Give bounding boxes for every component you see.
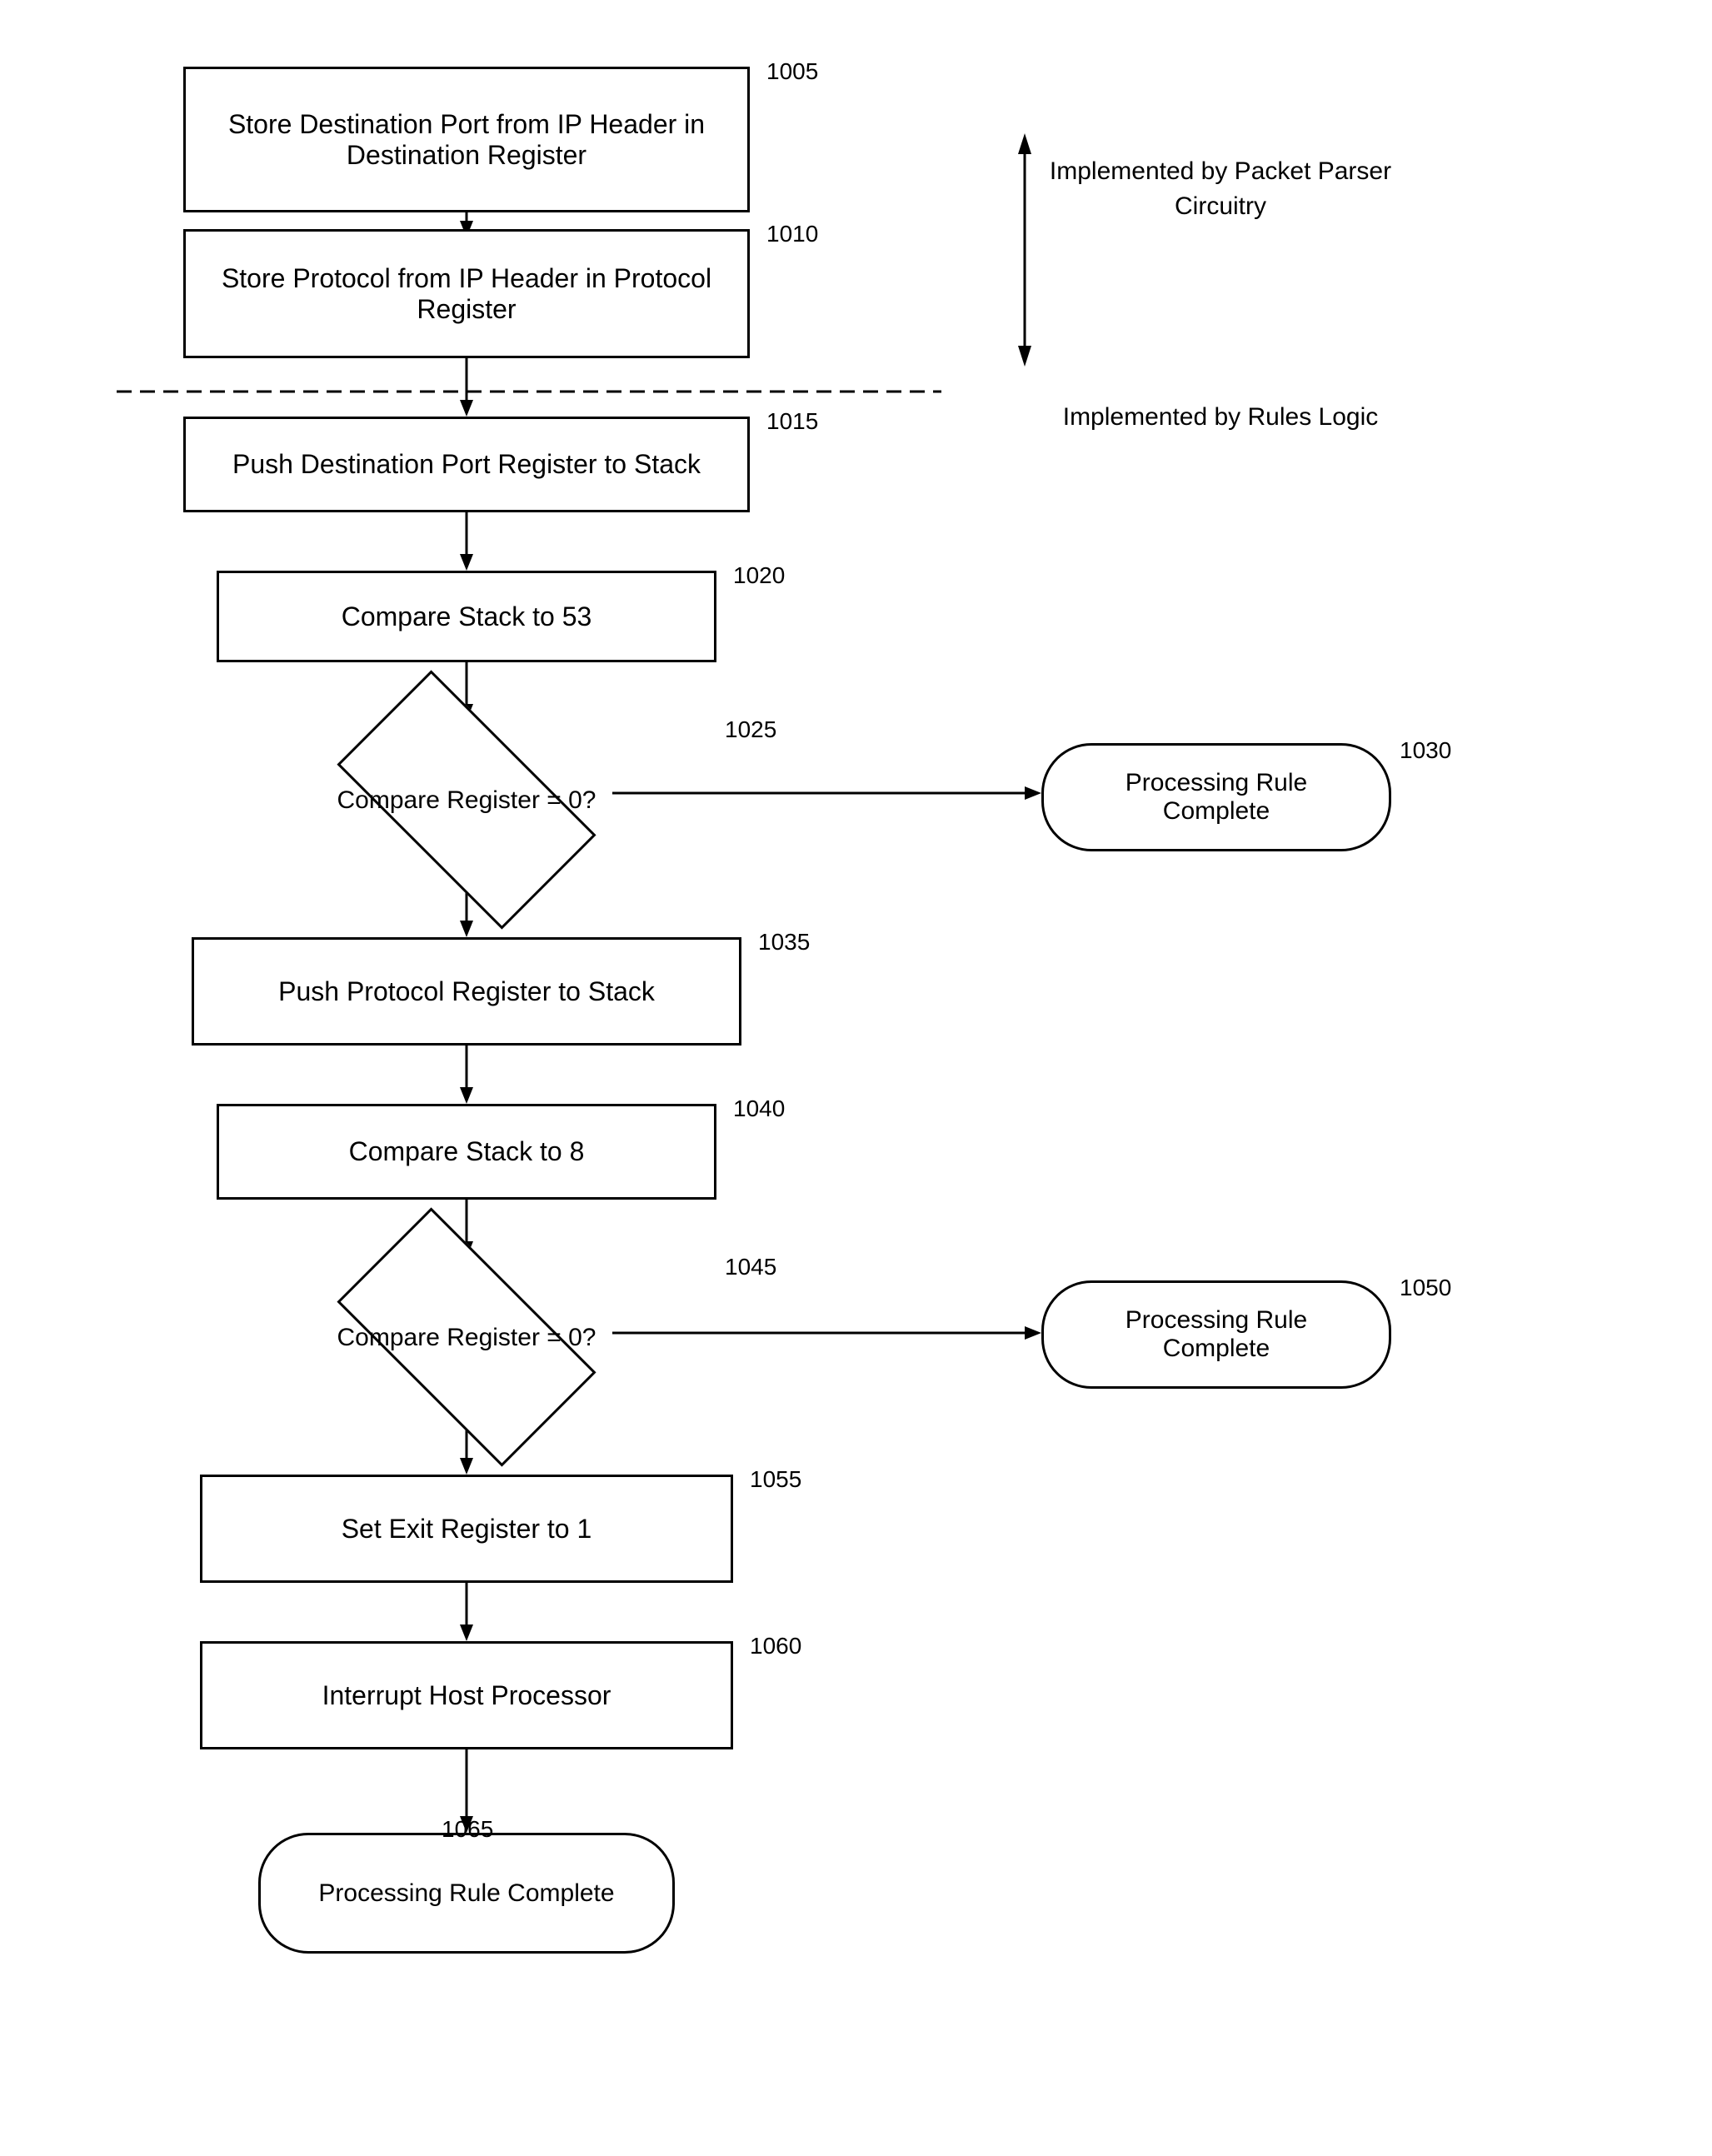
diagram-container: Store Destination Port from IP Header in…	[67, 33, 1650, 2133]
ref-1010: 1010	[766, 221, 818, 247]
ref-1015: 1015	[766, 408, 818, 435]
box-1060: Interrupt Host Processor	[200, 1641, 733, 1749]
ref-1025: 1025	[725, 716, 776, 743]
pill-1050: Processing Rule Complete	[1041, 1280, 1391, 1389]
box-1015: Push Destination Port Register to Stack	[183, 417, 750, 512]
ref-1060: 1060	[750, 1633, 801, 1659]
ref-1045: 1045	[725, 1254, 776, 1280]
box-1035: Push Protocol Register to Stack	[192, 937, 741, 1046]
ref-1065: 1065	[442, 1816, 493, 1843]
box-1020: Compare Stack to 53	[217, 571, 716, 662]
annotation-packet-parser: Implemented by Packet Parser Circuitry	[1033, 154, 1408, 224]
pill-1030: Processing Rule Complete	[1041, 743, 1391, 851]
box-1010: Store Protocol from IP Header in Protoco…	[183, 229, 750, 358]
ref-1040: 1040	[733, 1095, 785, 1122]
annotation-rules-logic: Implemented by Rules Logic	[1033, 400, 1408, 435]
ref-1005: 1005	[766, 58, 818, 85]
ref-1035: 1035	[758, 929, 810, 956]
ref-1020: 1020	[733, 562, 785, 589]
ref-1030: 1030	[1400, 737, 1451, 764]
diamond-1025: Compare Register = 0?	[221, 721, 712, 879]
box-1055: Set Exit Register to 1	[200, 1475, 733, 1583]
ref-1050: 1050	[1400, 1275, 1451, 1301]
box-1005: Store Destination Port from IP Header in…	[183, 67, 750, 212]
ref-1055: 1055	[750, 1466, 801, 1493]
pill-1065: Processing Rule Complete	[258, 1833, 675, 1954]
diamond-1045: Compare Register = 0?	[221, 1258, 712, 1416]
box-1040: Compare Stack to 8	[217, 1104, 716, 1200]
